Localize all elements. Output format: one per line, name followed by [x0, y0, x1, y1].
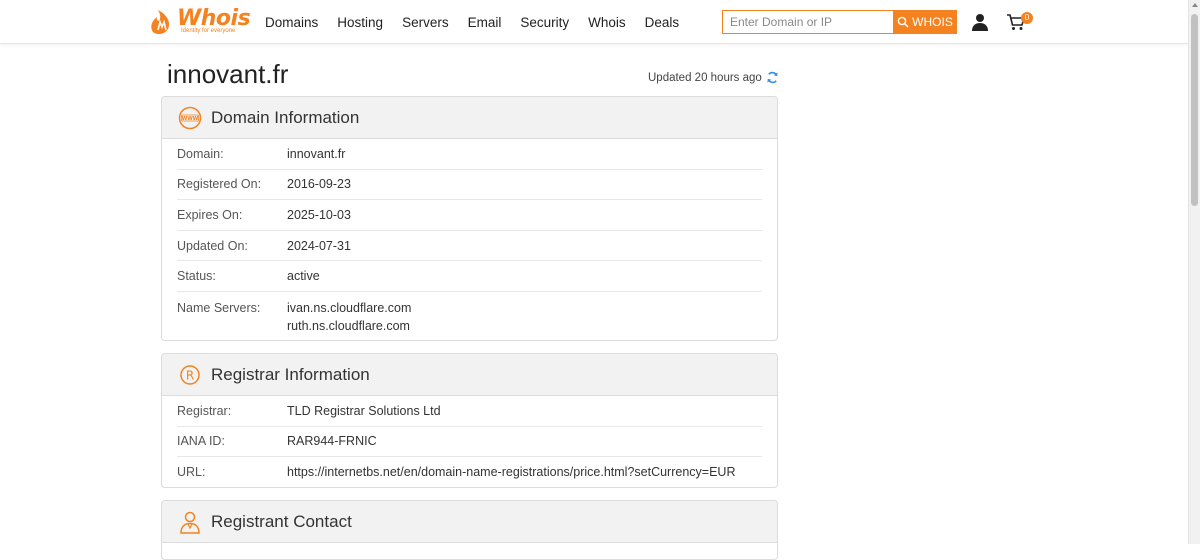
- info-row-url: URL: https://internetbs.net/en/domain-na…: [177, 457, 762, 487]
- row-label: Expires On:: [177, 207, 243, 222]
- row-value: TLD Registrar Solutions Ltd: [287, 403, 441, 418]
- info-row-registrar: Registrar: TLD Registrar Solutions Ltd: [177, 396, 762, 427]
- domain-search-input[interactable]: [722, 10, 893, 34]
- name-server: ivan.ns.cloudflare.com: [287, 300, 412, 315]
- page-scrollbar[interactable]: [1188, 0, 1200, 544]
- name-servers-list: ivan.ns.cloudflare.com ruth.ns.cloudflar…: [287, 299, 411, 335]
- registrar-url: https://internetbs.net/en/domain-name-re…: [287, 465, 736, 480]
- row-label: Registrar:: [177, 403, 232, 418]
- row-label: IANA ID:: [177, 434, 225, 449]
- info-row-iana-id: IANA ID: RAR944-FRNIC: [177, 427, 762, 458]
- row-value: 2024-07-31: [287, 238, 351, 253]
- registered-icon: R: [178, 363, 202, 387]
- row-label: Domain:: [177, 146, 224, 161]
- domain-information-panel: WWW Domain Information Domain: innovant.…: [161, 96, 778, 341]
- row-label: Status:: [177, 269, 216, 284]
- cart-count-badge: 0: [1021, 12, 1033, 24]
- refresh-icon[interactable]: [766, 71, 779, 84]
- info-row-expires-on: Expires On: 2025-10-03: [177, 200, 762, 231]
- search-icon: [897, 16, 909, 28]
- row-value: innovant.fr: [287, 146, 346, 161]
- registrant-contact-panel: Registrant Contact: [161, 500, 778, 560]
- info-row-registered-on: Registered On: 2016-09-23: [177, 170, 762, 201]
- registrar-information-panel: R Registrar Information Registrar: TLD R…: [161, 353, 778, 488]
- info-row-updated-on: Updated On: 2024-07-31: [177, 231, 762, 262]
- nav-email[interactable]: Email: [468, 15, 502, 30]
- nav-domains[interactable]: Domains: [265, 15, 318, 30]
- registrant-contact-title: Registrant Contact: [211, 511, 352, 531]
- www-icon: WWW: [178, 106, 202, 130]
- svg-text:WWW: WWW: [182, 115, 199, 121]
- registrar-information-header: R Registrar Information: [162, 354, 777, 396]
- whois-search-label: WHOIS: [912, 15, 953, 29]
- scroll-thumb[interactable]: [1191, 14, 1198, 206]
- updated-text: Updated 20 hours ago: [648, 71, 762, 84]
- registrar-information-rows: Registrar: TLD Registrar Solutions Ltd I…: [162, 396, 777, 487]
- whois-logo[interactable]: Whois Identity for everyone: [147, 6, 251, 36]
- registrar-information-title: Registrar Information: [211, 364, 370, 384]
- nav-security[interactable]: Security: [520, 15, 569, 30]
- whois-search-button[interactable]: WHOIS: [893, 10, 957, 34]
- info-row-domain: Domain: innovant.fr: [177, 139, 762, 170]
- person-icon: [178, 510, 202, 534]
- row-label: Updated On:: [177, 238, 248, 253]
- row-value: 2016-09-23: [287, 177, 351, 192]
- row-label: Registered On:: [177, 177, 262, 192]
- row-value: RAR944-FRNIC: [287, 434, 377, 449]
- logo-tagline: Identity for everyone: [181, 28, 236, 34]
- info-row-status: Status: active: [177, 261, 762, 292]
- nav-deals[interactable]: Deals: [645, 15, 680, 30]
- top-navigation-bar: Whois Identity for everyone Domains Host…: [0, 0, 1188, 44]
- nav-servers[interactable]: Servers: [402, 15, 449, 30]
- row-value: 2025-10-03: [287, 207, 351, 222]
- logo-flame-icon: [151, 10, 170, 34]
- domain-information-rows: Domain: innovant.fr Registered On: 2016-…: [162, 139, 777, 340]
- row-label: URL:: [177, 465, 206, 480]
- user-icon[interactable]: [971, 13, 989, 31]
- domain-information-title: Domain Information: [211, 107, 360, 127]
- domain-information-header: WWW Domain Information: [162, 97, 777, 139]
- nav-whois[interactable]: Whois: [588, 15, 626, 30]
- name-server: ruth.ns.cloudflare.com: [287, 318, 410, 333]
- row-label: Name Servers:: [177, 300, 261, 315]
- domain-search: WHOIS: [722, 10, 957, 34]
- updated-status: Updated 20 hours ago: [648, 71, 779, 84]
- row-value: active: [287, 269, 320, 284]
- main-nav: Domains Hosting Servers Email Security W…: [265, 0, 698, 44]
- page-title: innovant.fr: [167, 59, 289, 89]
- scroll-up-arrow[interactable]: [1192, 3, 1198, 7]
- registrant-contact-header: Registrant Contact: [162, 501, 777, 543]
- info-row-name-servers: Name Servers: ivan.ns.cloudflare.com rut…: [177, 292, 762, 340]
- nav-hosting[interactable]: Hosting: [337, 15, 383, 30]
- svg-text:R: R: [186, 368, 194, 382]
